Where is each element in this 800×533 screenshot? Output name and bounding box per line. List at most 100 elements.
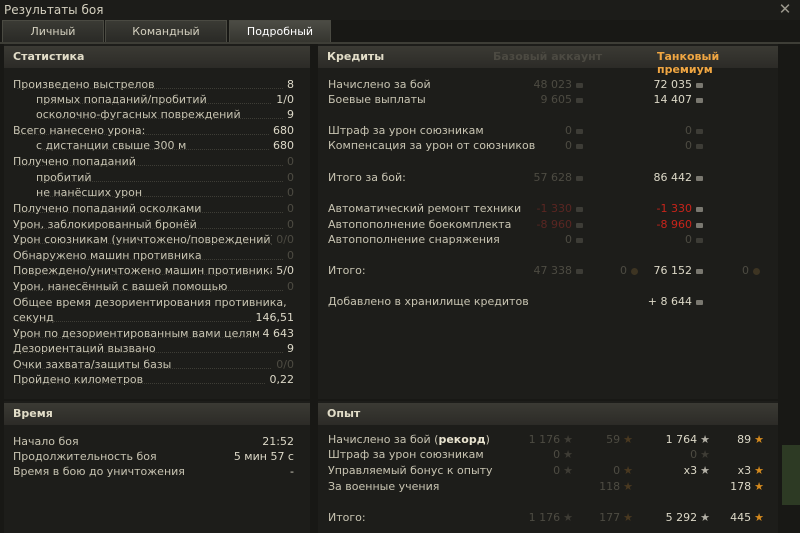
gold-icon xyxy=(631,267,638,275)
xp-star-icon: ★ xyxy=(563,511,573,524)
exp-row: Начислено за бой (рекорд) 1 176 ★ 59 ★ 1 764 ★… xyxy=(318,432,778,447)
base-xp-value: 1 176 ★ xyxy=(529,432,573,447)
base-xp-value: 1 176 ★ xyxy=(529,510,573,525)
time-value: 5 мин 57 с xyxy=(233,450,294,463)
base-credits-text: 0 xyxy=(565,124,572,137)
credits-coin-icon xyxy=(696,82,703,88)
base-credits-text: -1 330 xyxy=(536,202,572,215)
background-edge xyxy=(782,445,800,505)
stat-value: 0 xyxy=(283,185,294,200)
premium-credits-value: 76 152 xyxy=(654,263,703,278)
base-xp-value-text: 1 176 xyxy=(528,511,561,524)
title-bar: Результаты боя ✕ xyxy=(0,0,800,20)
stat-value: 0/0 xyxy=(272,357,294,372)
base-credits-value: -8 960 xyxy=(537,217,583,232)
stat-label: прямых попаданий/пробитий xyxy=(36,93,207,106)
tab-team-result[interactable]: Командный результат xyxy=(105,20,227,60)
credits-row: Добавлено в хранилище кредитов + 8 644 xyxy=(318,294,778,309)
dotted-leader xyxy=(17,368,289,369)
stat-label: Произведено выстрелов xyxy=(13,78,155,91)
dotted-leader xyxy=(17,228,289,229)
credits-coin-icon xyxy=(576,143,583,149)
premium-free-xp-value: 445 ★ xyxy=(730,510,764,525)
credits-row: Автопополнение боекомплекта -8 960 -8 960 xyxy=(318,217,778,232)
gold-icon xyxy=(753,267,760,275)
credits-coin-icon xyxy=(696,143,703,149)
stat-label: Дезориентаций вызвано xyxy=(13,342,156,355)
premium-xp-value: 0 ★ xyxy=(690,447,710,462)
exp-row: За военные учения 118 ★ 178 ★ xyxy=(318,479,778,494)
credits-label: Автоматический ремонт техники xyxy=(328,202,522,215)
premium-xp-value: 1 764 ★ xyxy=(666,432,710,447)
stat-row: Повреждено/уничтожено машин противника 5/… xyxy=(4,263,302,278)
premium-credits-text: 0 xyxy=(685,124,692,137)
base-xp-value: 0 ★ xyxy=(553,463,573,478)
base-credits-value: 0 xyxy=(565,232,583,247)
stat-value: 8 xyxy=(283,77,294,92)
premium-free-xp-value-text: 89 xyxy=(737,433,752,446)
base-free-xp-value-text: 177 xyxy=(599,511,621,524)
stat-value: 0 xyxy=(283,217,294,232)
stat-value: 0 xyxy=(283,170,294,185)
stat-value: 0 xyxy=(283,248,294,263)
stat-value: 0 xyxy=(283,279,294,294)
credits-label: Боевые выплаты xyxy=(328,93,426,106)
premium-gold-text: 0 xyxy=(742,264,749,277)
credits-coin-icon xyxy=(576,82,583,88)
premium-xp-value: 5 292 ★ xyxy=(666,510,710,525)
stat-row: Всего нанесено урона: 680 xyxy=(4,123,302,138)
base-credits-text: 47 338 xyxy=(533,264,573,277)
close-icon[interactable]: ✕ xyxy=(777,1,793,17)
record-marker: рекорд xyxy=(438,433,486,446)
tab-personal-result[interactable]: Личный результат xyxy=(2,20,104,60)
free-xp-star-icon: ★ xyxy=(754,464,764,477)
xp-star-icon: ★ xyxy=(700,433,710,446)
stat-row: Дезориентаций вызвано 9 xyxy=(4,341,302,356)
credits-coin-icon xyxy=(696,175,703,181)
exp-row: Штраф за урон союзникам 0 ★ 0 ★ xyxy=(318,447,778,462)
base-gold-text: 0 xyxy=(620,264,627,277)
premium-credits-text: -8 960 xyxy=(656,218,692,231)
premium-credits-value: -8 960 xyxy=(657,217,703,232)
dotted-leader xyxy=(40,149,289,150)
premium-credits-value: -1 330 xyxy=(657,201,703,216)
credits-coin-icon xyxy=(696,97,703,103)
premium-credits-text: 72 035 xyxy=(653,78,693,91)
time-row: Время в бою до уничтожения - xyxy=(4,464,302,479)
dotted-leader xyxy=(17,352,289,353)
base-free-xp-value: 59 ★ xyxy=(606,432,633,447)
credits-label: Автопополнение боекомплекта xyxy=(328,218,512,231)
stat-row: Обнаружено машин противника 0 xyxy=(4,248,302,263)
dotted-leader xyxy=(17,321,289,322)
base-credits-text: 0 xyxy=(565,233,572,246)
stat-label: Урон союзникам (уничтожено/повреждений) xyxy=(13,233,275,246)
credits-coin-icon xyxy=(576,222,583,228)
credits-coin-icon xyxy=(576,97,583,103)
stat-label: Пройдено километров xyxy=(13,373,144,386)
base-credits-text: 57 628 xyxy=(533,171,573,184)
stat-value: 5/0 xyxy=(272,263,294,278)
credits-coin-icon xyxy=(576,128,583,134)
stat-label: с дистанции свыше 300 м xyxy=(36,139,187,152)
credits-row: Компенсация за урон от союзников 0 0 xyxy=(318,138,778,153)
exp-label: Начислено за бой (рекорд) xyxy=(328,433,490,446)
dotted-leader xyxy=(17,212,289,213)
time-value: 21:52 xyxy=(262,435,294,448)
premium-column-header: Танковый премиум xyxy=(657,50,720,76)
credits-coin-icon xyxy=(576,268,583,274)
tab-detailed-report[interactable]: Подробный отчёт xyxy=(229,20,331,60)
free-xp-star-icon: ★ xyxy=(623,480,633,493)
premium-xp-value-text: 0 xyxy=(690,448,698,461)
premium-xp-value-text: 5 292 xyxy=(665,511,698,524)
base-xp-value-text: 0 xyxy=(553,448,561,461)
exp-header-title: Опыт xyxy=(327,407,361,420)
xp-star-icon: ★ xyxy=(563,433,573,446)
dotted-leader xyxy=(17,337,289,338)
xp-star-icon: ★ xyxy=(700,464,710,477)
premium-free-xp-value: x3 ★ xyxy=(738,463,764,478)
stat-row: Получено попаданий 0 xyxy=(4,154,302,169)
base-free-xp-value-text: 118 xyxy=(599,480,621,493)
stat-label: Получено попаданий осколками xyxy=(13,202,202,215)
xp-star-icon: ★ xyxy=(563,448,573,461)
premium-free-xp-value-text: x3 xyxy=(737,464,752,477)
